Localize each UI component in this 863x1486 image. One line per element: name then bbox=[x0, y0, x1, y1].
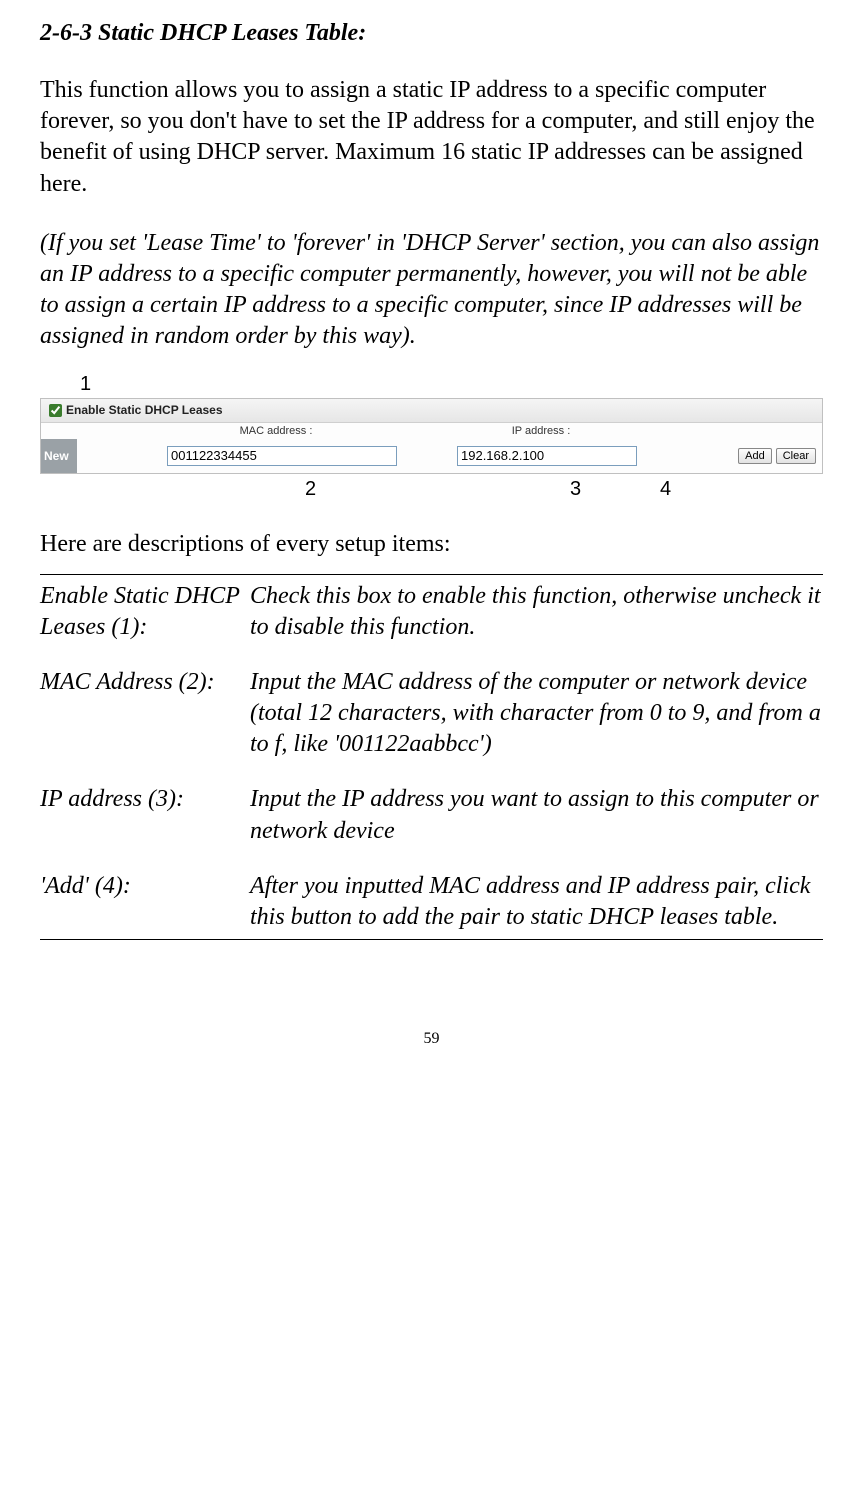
item-4-text: After you inputted MAC address and IP ad… bbox=[250, 871, 823, 933]
callout-4: 4 bbox=[660, 478, 700, 501]
enable-checkbox[interactable] bbox=[49, 404, 62, 417]
dhcp-ui-figure: 1 Enable Static DHCP Leases MAC address … bbox=[40, 373, 823, 501]
add-button[interactable]: Add bbox=[738, 448, 772, 464]
dhcp-panel: Enable Static DHCP Leases MAC address : … bbox=[40, 398, 823, 474]
callout-3: 3 bbox=[570, 478, 610, 501]
item-3-text: Input the IP address you want to assign … bbox=[250, 784, 823, 846]
rule-top bbox=[40, 574, 823, 575]
item-4-label: 'Add' (4): bbox=[40, 871, 250, 933]
descriptions-intro: Here are descriptions of every setup ite… bbox=[40, 531, 823, 558]
item-1-label: Enable Static DHCP Leases (1): bbox=[40, 581, 250, 643]
table-row: 'Add' (4): After you inputted MAC addres… bbox=[40, 871, 823, 933]
section-heading: 2-6-3 Static DHCP Leases Table: bbox=[40, 20, 823, 47]
item-3-label: IP address (3): bbox=[40, 784, 250, 846]
item-1-text: Check this box to enable this function, … bbox=[250, 581, 823, 643]
table-row: MAC Address (2): Input the MAC address o… bbox=[40, 667, 823, 761]
callout-2: 2 bbox=[305, 478, 345, 501]
table-row: IP address (3): Input the IP address you… bbox=[40, 784, 823, 846]
form-input-row: New Add Clear bbox=[41, 439, 822, 473]
mac-header-label: MAC address : bbox=[161, 423, 391, 439]
clear-button[interactable]: Clear bbox=[776, 448, 816, 464]
mac-address-input[interactable] bbox=[167, 446, 397, 466]
ip-header-label: IP address : bbox=[451, 423, 631, 439]
form-header-row: MAC address : IP address : bbox=[41, 423, 822, 439]
panel-titlebar: Enable Static DHCP Leases bbox=[41, 399, 822, 423]
item-2-label: MAC Address (2): bbox=[40, 667, 250, 761]
callout-1: 1 bbox=[40, 373, 823, 396]
rule-bottom bbox=[40, 939, 823, 940]
panel-title: Enable Static DHCP Leases bbox=[66, 403, 223, 417]
callout-bottom-row: 2 3 4 bbox=[40, 474, 823, 501]
table-row: Enable Static DHCP Leases (1): Check thi… bbox=[40, 581, 823, 643]
intro-paragraph: This function allows you to assign a sta… bbox=[40, 75, 823, 200]
new-row-label: New bbox=[41, 439, 77, 473]
note-paragraph: (If you set 'Lease Time' to 'forever' in… bbox=[40, 228, 823, 353]
item-2-text: Input the MAC address of the computer or… bbox=[250, 667, 823, 761]
ip-address-input[interactable] bbox=[457, 446, 637, 466]
page-number: 59 bbox=[40, 1030, 823, 1048]
descriptions-table: Enable Static DHCP Leases (1): Check thi… bbox=[40, 581, 823, 934]
